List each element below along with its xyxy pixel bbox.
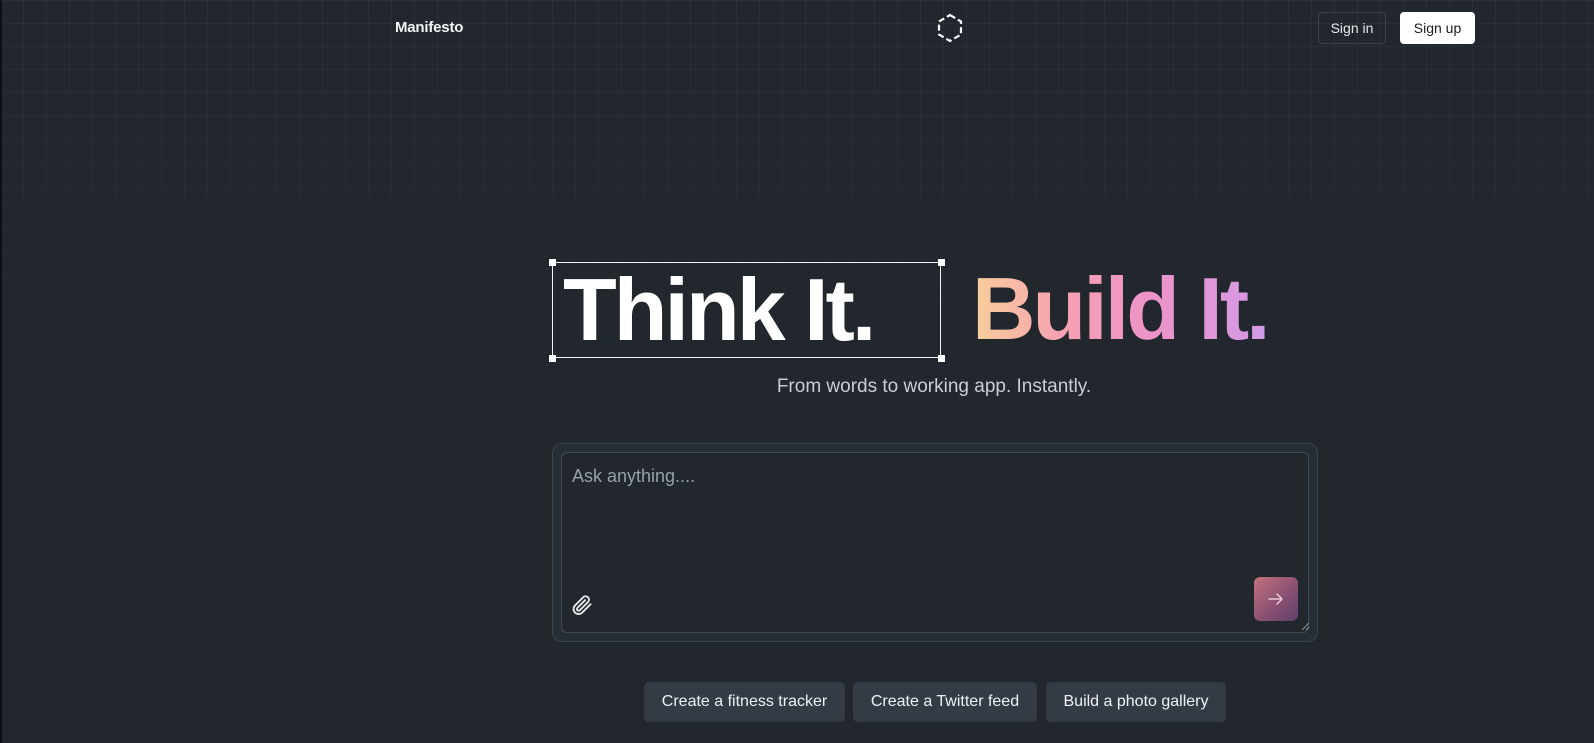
nav-manifesto-link[interactable]: Manifesto (395, 18, 463, 38)
suggestion-fitness-tracker[interactable]: Create a fitness tracker (644, 682, 845, 722)
window-edge (0, 0, 2, 743)
sign-up-button[interactable]: Sign up (1400, 12, 1475, 44)
resize-handle-icon[interactable] (1300, 618, 1310, 631)
prompt-input[interactable] (572, 466, 1272, 566)
suggestion-photo-gallery[interactable]: Build a photo gallery (1046, 682, 1226, 722)
hero-subtitle: From words to working app. Instantly. (776, 376, 1092, 397)
send-button[interactable] (1254, 577, 1298, 621)
dashed-hexagon-icon[interactable] (934, 12, 966, 44)
arrow-right-icon (1268, 593, 1283, 605)
selection-handle (938, 355, 945, 362)
selection-handle (549, 259, 556, 266)
headline-build: Build It. (972, 259, 1271, 358)
paperclip-icon[interactable] (571, 594, 593, 616)
headline-think: Think It. (563, 260, 876, 359)
headline-think-selection: Think It. (552, 262, 941, 358)
sign-in-button[interactable]: Sign in (1318, 12, 1386, 44)
suggestion-twitter-feed[interactable]: Create a Twitter feed (853, 682, 1037, 722)
selection-handle (938, 259, 945, 266)
selection-handle (549, 355, 556, 362)
